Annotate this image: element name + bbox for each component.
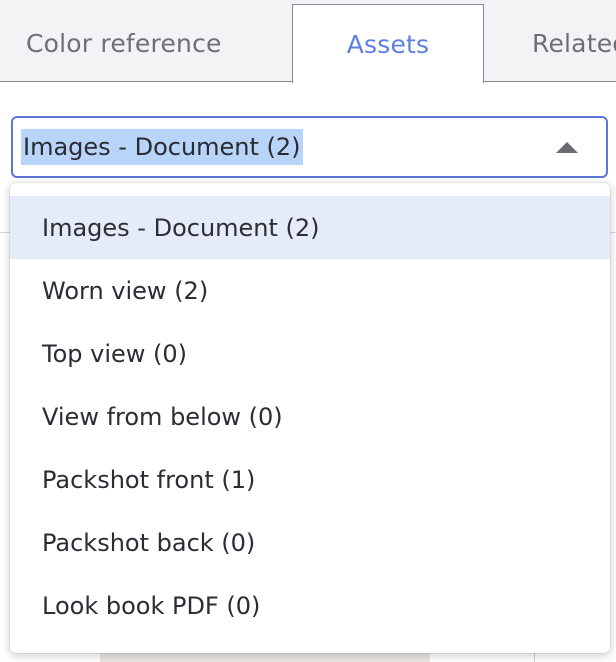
option-images-document[interactable]: Images - Document (2): [10, 196, 610, 259]
dropdown-menu: Images - Document (2) Worn view (2) Top …: [10, 183, 610, 653]
asset-type-select[interactable]: Images - Document (2): [11, 116, 608, 178]
option-packshot-back[interactable]: Packshot back (0): [10, 511, 610, 574]
option-look-book-pdf[interactable]: Look book PDF (0): [10, 574, 610, 637]
page: Color reference Assets Related Images - …: [0, 0, 616, 662]
tab-bar: Color reference Assets Related: [0, 0, 616, 83]
tab-assets[interactable]: Assets: [292, 4, 484, 83]
tab-color-reference[interactable]: Color reference: [0, 0, 292, 82]
select-value: Images - Document (2): [21, 129, 303, 165]
option-worn-view[interactable]: Worn view (2): [10, 259, 610, 322]
tab-related[interactable]: Related: [484, 0, 616, 82]
option-packshot-front[interactable]: Packshot front (1): [10, 448, 610, 511]
option-view-from-below[interactable]: View from below (0): [10, 385, 610, 448]
caret-up-icon: [556, 142, 578, 153]
option-top-view[interactable]: Top view (0): [10, 322, 610, 385]
